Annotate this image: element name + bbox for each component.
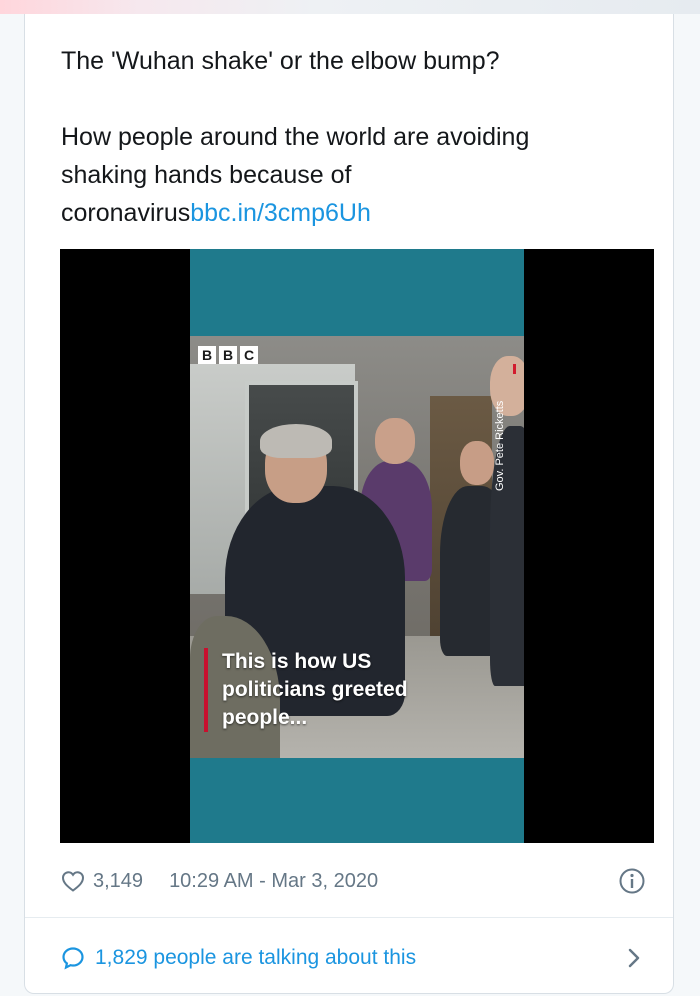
- article-link[interactable]: bbc.in/3cmp6Uh: [190, 199, 371, 227]
- video-frame: B B C Gov. Pete Ricketts This is how US …: [190, 249, 524, 843]
- video-still: B B C Gov. Pete Ricketts This is how US …: [190, 336, 524, 758]
- divider: [25, 917, 673, 918]
- tweet-body-line: shaking hands because of: [61, 161, 352, 189]
- bbc-logo-letter: C: [240, 346, 258, 364]
- tweet-body-line: How people around the world are avoiding: [61, 123, 530, 151]
- person-vest-head: [375, 418, 415, 464]
- tweet-body-line: coronavirusbbc.in/3cmp6Uh: [61, 194, 641, 232]
- chevron-right-icon: [628, 948, 640, 968]
- tweet-card[interactable]: The 'Wuhan shake' or the elbow bump? How…: [24, 14, 674, 994]
- tweet-meta: 3,149 10:29 AM - Mar 3, 2020: [61, 866, 645, 896]
- conversation-text: 1,829 people are talking about this: [95, 946, 417, 969]
- info-icon[interactable]: [619, 868, 645, 894]
- bbc-logo-letter: B: [198, 346, 216, 364]
- caption-line: This is how US: [222, 650, 372, 673]
- speech-bubble-icon: [62, 947, 84, 970]
- video-caption: This is how US politicians greeted peopl…: [204, 648, 442, 732]
- name-label: Gov. Pete Ricketts: [494, 400, 506, 491]
- conversation-link[interactable]: 1,829 people are talking about this: [61, 942, 641, 974]
- person-right-head: [460, 441, 494, 485]
- caption-line: politicians greeted: [222, 678, 408, 701]
- tweet-text: The 'Wuhan shake' or the elbow bump? How…: [61, 42, 641, 232]
- tweet-headline: The 'Wuhan shake' or the elbow bump?: [61, 47, 500, 75]
- tweet-body-word: coronavirus: [61, 199, 191, 227]
- heart-icon[interactable]: [61, 870, 85, 892]
- person-main-hair: [260, 424, 332, 458]
- caption-line: people...: [222, 706, 308, 729]
- timestamp[interactable]: 10:29 AM - Mar 3, 2020: [169, 870, 378, 893]
- video-player[interactable]: B B C Gov. Pete Ricketts This is how US …: [60, 249, 654, 843]
- bbc-logo: B B C: [198, 346, 258, 364]
- like-count[interactable]: 3,149: [93, 870, 143, 893]
- name-label-accent: [513, 364, 516, 374]
- top-bar: [0, 0, 700, 14]
- bbc-logo-letter: B: [219, 346, 237, 364]
